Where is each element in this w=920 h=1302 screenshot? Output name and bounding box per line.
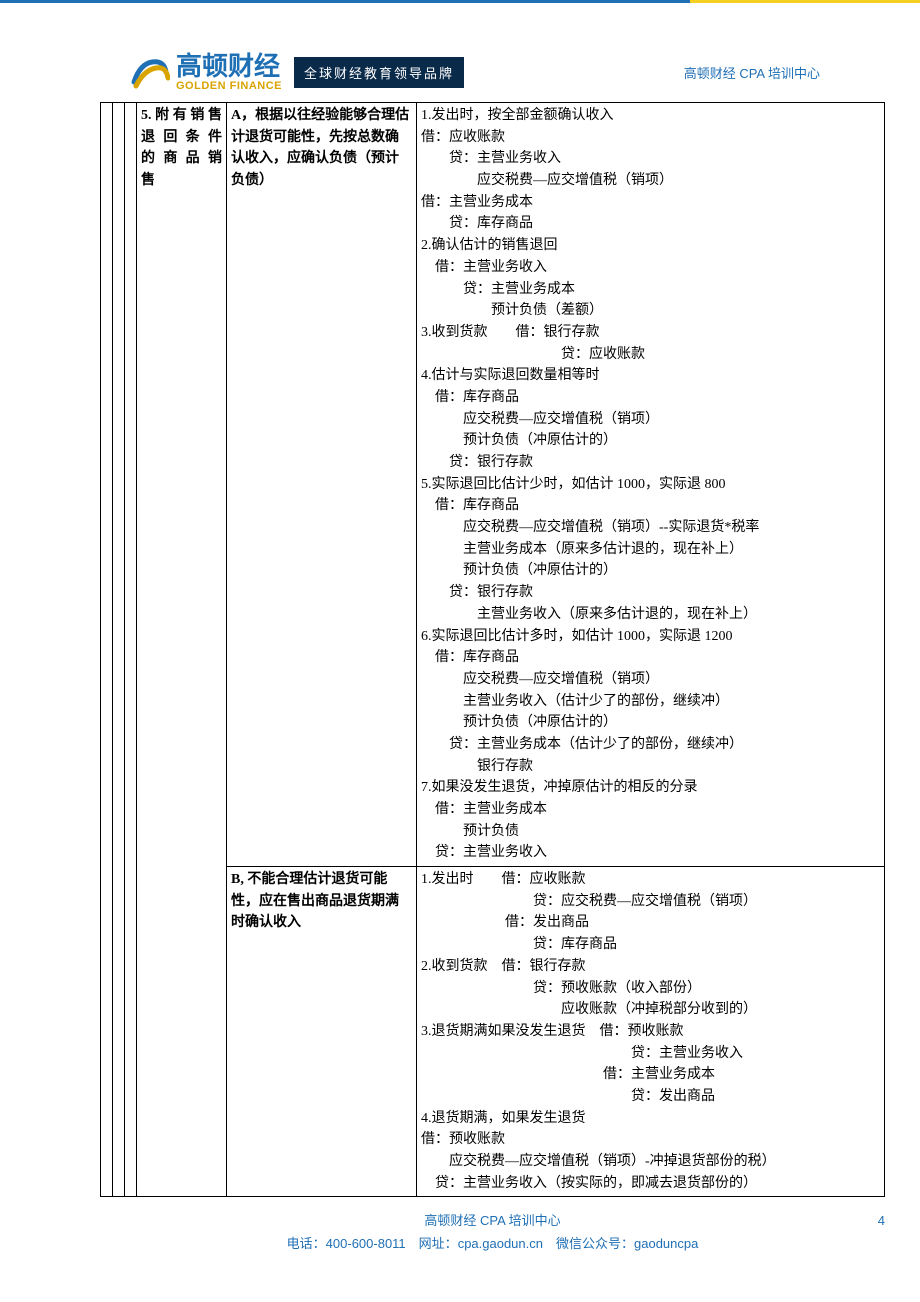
detail-line: 预计负债（差额）: [421, 300, 880, 322]
detail-line: 应交税费—应交增值税（销项）: [421, 170, 880, 192]
cell-empty-b: [113, 103, 125, 1197]
topic-line: 5.附有销售: [141, 105, 222, 127]
detail-line: 贷：库存商品: [421, 934, 880, 956]
detail-line: 贷：主营业务成本: [421, 279, 880, 301]
footer-wx: gaoduncpa: [634, 1236, 698, 1251]
detail-line: 借：主营业务成本: [421, 799, 880, 821]
topic-line: 的商品销: [141, 148, 222, 170]
detail-line: 贷：应交税费—应交增值税（销项）: [421, 891, 880, 913]
table-row: 5.附有销售 退回条件 的商品销 售 A，根据以往经验能够合理估计退货可能性，先…: [101, 103, 885, 867]
detail-line: 4.退货期满，如果发生退货: [421, 1108, 880, 1130]
detail-line: 贷：主营业务收入: [421, 842, 880, 864]
detail-line: 7.如果没发生退货，冲掉原估计的相反的分录: [421, 777, 880, 799]
detail-line: 预计负债（冲原估计的）: [421, 560, 880, 582]
detail-line: 贷：银行存款: [421, 452, 880, 474]
detail-line: 应交税费—应交增值税（销项）: [421, 669, 880, 691]
detail-line: 6.实际退回比估计多时，如估计 1000，实际退 1200: [421, 626, 880, 648]
cell-details-b: 1.发出时 借：应收账款 贷：应交税费—应交增值税（销项） 借：发出商品 贷：库…: [417, 867, 885, 1197]
detail-line: 借：库存商品: [421, 495, 880, 517]
footer-tel-label: 电话：: [287, 1236, 326, 1251]
detail-line: 贷：库存商品: [421, 213, 880, 235]
detail-line: 应交税费—应交增值税（销项）--实际退货*税率: [421, 517, 880, 539]
cell-details-a: 1.发出时，按全部金额确认收入借：应收账款 贷：主营业务收入 应交税费—应交增值…: [417, 103, 885, 867]
detail-line: 贷：主营业务收入: [421, 148, 880, 170]
detail-line: 预计负债（冲原估计的）: [421, 430, 880, 452]
cell-case-b: B, 不能合理估计退货可能性，应在售出商品退货期满时确认收入: [227, 867, 417, 1197]
detail-line: 借：库存商品: [421, 647, 880, 669]
detail-line: 借：发出商品: [421, 912, 880, 934]
detail-line: 1.发出时，按全部金额确认收入: [421, 105, 880, 127]
content-table: 5.附有销售 退回条件 的商品销 售 A，根据以往经验能够合理估计退货可能性，先…: [100, 102, 885, 1197]
detail-line: 3.退货期满如果没发生退货 借：预收账款: [421, 1021, 880, 1043]
header-right-text: 高顿财经 CPA 培训中心: [684, 63, 820, 82]
detail-line: 借：应收账款: [421, 127, 880, 149]
detail-line: 主营业务收入（估计少了的部份，继续冲）: [421, 691, 880, 713]
topic-line: 售: [141, 170, 222, 192]
logo-block: 高顿财经 GOLDEN FINANCE: [130, 53, 282, 92]
footer-line-1: 高顿财经 CPA 培训中心: [100, 1211, 885, 1232]
detail-line: 贷：主营业务成本（估计少了的部份，继续冲）: [421, 734, 880, 756]
page-footer: 高顿财经 CPA 培训中心 电话：400-600-8011 网址：cpa.gao…: [100, 1211, 885, 1255]
detail-line: 4.估计与实际退回数量相等时: [421, 365, 880, 387]
detail-line: 借：主营业务成本: [421, 192, 880, 214]
detail-line: 1.发出时 借：应收账款: [421, 869, 880, 891]
detail-line: 贷：主营业务收入: [421, 1043, 880, 1065]
detail-line: 银行存款: [421, 756, 880, 778]
detail-line: 借：预收账款: [421, 1129, 880, 1151]
detail-line: 5.实际退回比估计少时，如估计 1000，实际退 800: [421, 474, 880, 496]
detail-line: 贷：发出商品: [421, 1086, 880, 1108]
cell-topic: 5.附有销售 退回条件 的商品销 售: [137, 103, 227, 1197]
detail-line: 主营业务成本（原来多估计退的，现在补上）: [421, 539, 880, 561]
detail-line: 借：主营业务收入: [421, 257, 880, 279]
detail-line: 应收账款（冲掉税部分收到的）: [421, 999, 880, 1021]
detail-line: 主营业务收入（原来多估计退的，现在补上）: [421, 604, 880, 626]
topic-line: 退回条件: [141, 127, 222, 149]
detail-line: 贷：主营业务收入（按实际的，即减去退货部份的）: [421, 1173, 880, 1195]
footer-wx-label: 微信公众号：: [543, 1236, 634, 1251]
footer-line-2: 电话：400-600-8011 网址：cpa.gaodun.cn 微信公众号：g…: [100, 1234, 885, 1255]
detail-line: 应交税费—应交增值税（销项）-冲掉退货部份的税）: [421, 1151, 880, 1173]
detail-line: 贷：预收账款（收入部份）: [421, 978, 880, 1000]
detail-line: 3.收到货款 借：银行存款: [421, 322, 880, 344]
detail-line: 借：主营业务成本: [421, 1064, 880, 1086]
page-number: 4: [878, 1211, 885, 1232]
footer-tel: 400-600-8011: [326, 1236, 406, 1251]
footer-url: cpa.gaodun.cn: [458, 1236, 543, 1251]
cell-case-a: A，根据以往经验能够合理估计退货可能性，先按总数确认收入，应确认负债（预计负债）: [227, 103, 417, 867]
cell-empty-c: [125, 103, 137, 1197]
logo-en-text: GOLDEN FINANCE: [176, 81, 282, 92]
cell-empty-a: [101, 103, 113, 1197]
detail-line: 2.收到货款 借：银行存款: [421, 956, 880, 978]
detail-line: 贷：银行存款: [421, 582, 880, 604]
top-bar: [0, 0, 920, 3]
logo-cn-text: 高顿财经: [176, 53, 282, 79]
detail-line: 应交税费—应交增值税（销项）: [421, 409, 880, 431]
detail-line: 贷：应收账款: [421, 344, 880, 366]
slogan: 全球财经教育领导品牌: [294, 57, 464, 88]
logo-icon: [130, 54, 170, 92]
detail-line: 预计负债: [421, 821, 880, 843]
detail-line: 2.确认估计的销售退回: [421, 235, 880, 257]
logo-text: 高顿财经 GOLDEN FINANCE: [176, 53, 282, 92]
detail-line: 预计负债（冲原估计的）: [421, 712, 880, 734]
footer-url-label: 网址：: [406, 1236, 458, 1251]
page-header: 高顿财经 GOLDEN FINANCE 全球财经教育领导品牌 高顿财经 CPA …: [0, 3, 920, 102]
detail-line: 借：库存商品: [421, 387, 880, 409]
